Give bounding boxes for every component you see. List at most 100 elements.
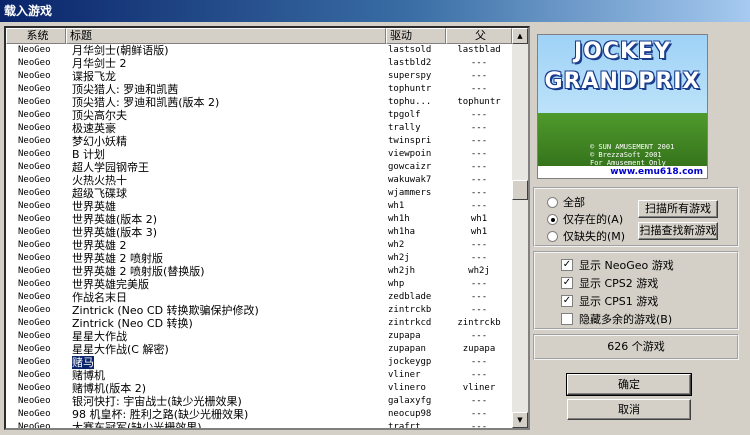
row-title: 赌博机(版本 2) [66,382,386,395]
row-parent: --- [446,278,512,291]
row-parent-text: --- [470,123,488,133]
copyright-line-1: © SUN AMUSEMENT 2001 [590,143,675,151]
row-title: 世界英雄(版本 3) [66,226,386,239]
table-row[interactable]: NeoGeo 星星大作战(C 解密) zupapan zupapa [6,343,512,356]
table-row[interactable]: NeoGeo 银河快打: 宇宙战士(缺少光栅效果) galaxyfg --- [6,395,512,408]
checkbox-show-cps1[interactable]: ✓ 显示 CPS1 游戏 [561,294,658,308]
row-parent: --- [446,83,512,96]
column-header-driver[interactable]: 驱动 [386,28,446,44]
checkbox-show-neogeo-box[interactable]: ✓ [561,259,573,271]
table-row[interactable]: NeoGeo 赌马 jockeygp --- [6,356,512,369]
table-row[interactable]: NeoGeo 世界英雄 2 喷射版 wh2j --- [6,252,512,265]
row-system: NeoGeo [6,408,66,421]
table-row[interactable]: NeoGeo 赌博机(版本 2) vlinero vliner [6,382,512,395]
table-row[interactable]: NeoGeo 梦幻小妖精 twinspri --- [6,135,512,148]
row-title-text: 世界英雄(版本 2) [72,213,158,226]
vertical-scrollbar[interactable]: ▲ ▼ [512,28,528,428]
row-system-text: NeoGeo [18,422,51,430]
row-system-text: NeoGeo [18,227,51,237]
row-parent-text: --- [470,58,488,68]
row-driver: wakuwak7 [386,174,446,187]
row-driver-text: wh2j [388,253,410,263]
row-system: NeoGeo [6,213,66,226]
radio-missing-indicator[interactable] [547,230,558,242]
row-title: 赌马 [66,356,386,369]
radio-available-indicator[interactable] [547,213,558,225]
row-parent-text: --- [470,253,488,263]
ok-button[interactable]: 确定 [566,373,692,396]
checkbox-hide-extra[interactable]: 隐藏多余的游戏(B) [561,312,672,326]
checkbox-show-cps1-box[interactable]: ✓ [561,295,573,307]
table-row[interactable]: NeoGeo 大赛车冠军(缺少光栅效果) trafrt --- [6,421,512,430]
table-row[interactable]: NeoGeo 世界英雄完美版 whp --- [6,278,512,291]
checkbox-show-cps2-box[interactable]: ✓ [561,277,573,289]
row-system: NeoGeo [6,109,66,122]
row-title: 世界英雄(版本 2) [66,213,386,226]
row-title-text: 世界英雄 2 喷射版 [72,252,163,265]
column-header-system[interactable]: 系统 [6,28,66,44]
row-title: 超人学园钢帝王 [66,161,386,174]
table-row[interactable]: NeoGeo 赌博机 vliner --- [6,369,512,382]
column-header-title[interactable]: 标题 [66,28,386,44]
row-driver: zintrkcd [386,317,446,330]
game-list[interactable]: 系统 标题 驱动 父 NeoGeo 月华剑士(朝鲜语版) lastsold lastb… [4,26,530,430]
radio-available[interactable]: 仅存在的(A) [547,212,623,226]
radio-all-indicator[interactable] [547,196,558,208]
row-parent: --- [446,135,512,148]
table-row[interactable]: NeoGeo 世界英雄(版本 2) wh1h wh1 [6,213,512,226]
checkbox-show-neogeo-label: 显示 NeoGeo 游戏 [579,259,674,272]
row-parent-text: --- [470,201,488,211]
table-row[interactable]: NeoGeo 超人学园钢帝王 gowcaizr --- [6,161,512,174]
scan-all-button[interactable]: 扫描所有游戏 [638,200,718,218]
row-driver: lastsold [386,44,446,57]
radio-missing[interactable]: 仅缺失的(M) [547,229,625,243]
table-row[interactable]: NeoGeo Zintrick (Neo CD 转换) zintrkcd zintrc… [6,317,512,330]
table-row[interactable]: NeoGeo 月华剑士 2 lastbld2 --- [6,57,512,70]
table-row[interactable]: NeoGeo 世界英雄 2 喷射版(替换版) wh2jh wh2j [6,265,512,278]
row-system-text: NeoGeo [18,383,51,393]
row-system: NeoGeo [6,174,66,187]
row-driver: lastbld2 [386,57,446,70]
table-row[interactable]: NeoGeo 顶尖猎人: 罗迪和凯茜 tophuntr --- [6,83,512,96]
table-row[interactable]: NeoGeo 星星大作战 zupapa --- [6,330,512,343]
radio-all[interactable]: 全部 [547,195,585,209]
table-row[interactable]: NeoGeo 顶尖高尔夫 tpgolf --- [6,109,512,122]
table-row[interactable]: NeoGeo 超级飞碟球 wjammers --- [6,187,512,200]
row-title-text: 世界英雄 2 喷射版(替换版) [72,265,205,278]
row-system: NeoGeo [6,161,66,174]
table-row[interactable]: NeoGeo 月华剑士(朝鲜语版) lastsold lastblad [6,44,512,57]
table-row[interactable]: NeoGeo 98 机皇杯: 胜利之路(缺少光栅效果) neocup98 --- [6,408,512,421]
table-row[interactable]: NeoGeo Zintrick (Neo CD 转换欺骗保护修改) zintrckb… [6,304,512,317]
row-system: NeoGeo [6,317,66,330]
checkbox-show-neogeo[interactable]: ✓ 显示 NeoGeo 游戏 [561,258,674,272]
preview-copyright: © SUN AMUSEMENT 2001 © BrezzaSoft 2001 F… [590,143,674,167]
row-system-text: NeoGeo [18,97,51,107]
table-row[interactable]: NeoGeo 顶尖猎人: 罗迪和凯茜(版本 2) tophu... tophuntr [6,96,512,109]
game-preview-image: JOCKEY GRANDPRIX © SUN AMUSEMENT 2001 © … [537,34,708,179]
row-parent: --- [446,200,512,213]
table-row[interactable]: NeoGeo 极速英豪 trally --- [6,122,512,135]
row-driver-text: trally [388,123,421,133]
checkbox-hide-extra-box[interactable] [561,313,573,325]
row-driver-text: tpgolf [388,110,421,120]
row-parent-text: --- [470,240,488,250]
table-row[interactable]: NeoGeo 作战名末日 zedblade --- [6,291,512,304]
row-driver-text: vlinero [388,383,426,393]
row-system-text: NeoGeo [18,201,51,211]
row-driver-text: zintrkcd [388,318,432,328]
checkbox-show-cps2[interactable]: ✓ 显示 CPS2 游戏 [561,276,658,290]
cancel-button[interactable]: 取消 [567,399,691,420]
scroll-down-button[interactable]: ▼ [512,412,528,428]
table-row[interactable]: NeoGeo 火热火热十 wakuwak7 --- [6,174,512,187]
column-header-parent[interactable]: 父 [446,28,512,44]
table-row[interactable]: NeoGeo 世界英雄(版本 3) wh1ha wh1 [6,226,512,239]
scan-new-button[interactable]: 扫描查找新游戏 [638,222,718,240]
table-row[interactable]: NeoGeo 世界英雄 2 wh2 --- [6,239,512,252]
scrollbar-thumb[interactable] [512,180,528,200]
row-driver-text: lastbld2 [388,58,432,68]
table-row[interactable]: NeoGeo 世界英雄 wh1 --- [6,200,512,213]
table-row[interactable]: NeoGeo B 计划 viewpoin --- [6,148,512,161]
row-system: NeoGeo [6,252,66,265]
scroll-up-button[interactable]: ▲ [512,28,528,44]
table-row[interactable]: NeoGeo 谍报飞龙 superspy --- [6,70,512,83]
